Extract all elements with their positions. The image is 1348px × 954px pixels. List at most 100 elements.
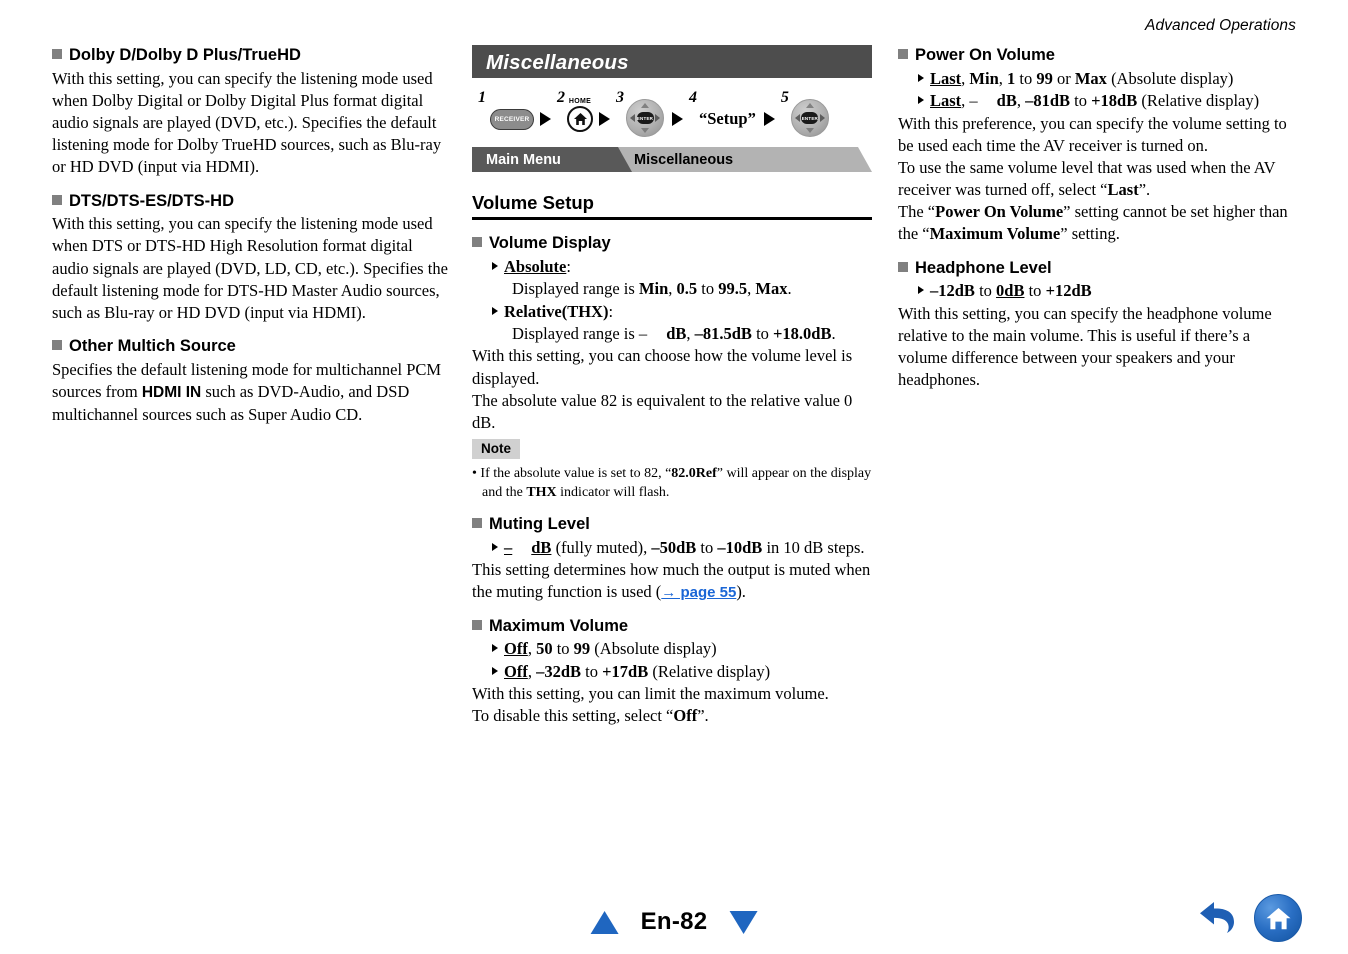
- value-low: –12dB: [930, 281, 975, 301]
- square-bullet-icon: [52, 49, 62, 59]
- heading-label: DTS/DTS-ES/DTS-HD: [69, 191, 234, 210]
- dpad-right-arrow-icon: [655, 114, 660, 122]
- running-header: Advanced Operations: [1145, 17, 1296, 34]
- text-run: to: [697, 279, 719, 299]
- text-run: in 10 dB steps.: [762, 537, 865, 557]
- text-run: • If the absolute value is set to 82, “: [472, 466, 672, 482]
- dpad-left-arrow-icon: [794, 114, 800, 122]
- left-column: Dolby D/Dolby D Plus/TrueHD With this se…: [52, 45, 452, 426]
- text-run: ,: [998, 68, 1008, 88]
- document-page: Advanced Operations Dolby D/Dolby D Plus…: [0, 0, 1348, 954]
- dpad-enter-key-icon[interactable]: ENTER: [626, 99, 664, 137]
- triangle-down-icon[interactable]: [729, 910, 758, 934]
- option-label: Absolute: [504, 256, 567, 276]
- paragraph-power-on-1: With this preference, you can specify th…: [898, 113, 1287, 155]
- heading-other-multich: Other Multich Source: [52, 336, 452, 357]
- text-run: indicator will flash.: [556, 485, 670, 501]
- value-thx: THX: [526, 485, 557, 501]
- square-bullet-icon: [472, 619, 482, 630]
- back-arrow-icon[interactable]: [1196, 896, 1240, 941]
- text-run: :: [566, 256, 571, 276]
- heading-volume-display: Volume Display: [472, 233, 872, 254]
- value-maximum-volume: Maximum Volume: [929, 224, 1061, 244]
- option-label: Relative(THX): [504, 301, 609, 321]
- receiver-key-icon[interactable]: RECEIVER: [490, 108, 534, 130]
- paragraph-maximum-volume-1: With this setting, you can limit the max…: [472, 684, 829, 704]
- heading-label: Maximum Volume: [489, 616, 629, 635]
- value-ref: 82.0Ref: [671, 466, 717, 482]
- home-key-label: HOME: [568, 98, 592, 105]
- option-default-value: – dB: [504, 538, 551, 557]
- enter-key-label: ENTER: [801, 112, 819, 124]
- text-run: :: [608, 301, 614, 321]
- dpad-enter-key-icon[interactable]: ENTER: [790, 99, 829, 137]
- arrow-right-icon: [540, 112, 551, 126]
- dpad-up-arrow-icon: [641, 103, 649, 108]
- text-run: ,: [527, 639, 537, 659]
- text-run: The “: [898, 202, 936, 222]
- value-low: 0.5: [676, 279, 698, 299]
- value-low: –81dB: [1025, 91, 1071, 111]
- heading-label: Muting Level: [489, 515, 590, 534]
- text-run: ).: [736, 582, 746, 602]
- text-run: to: [581, 661, 603, 681]
- right-column: Power On Volume Last, Min, 1 to 99 or Ma…: [898, 45, 1298, 391]
- arrow-right-icon: [672, 112, 683, 126]
- section-title-bar: Miscellaneous: [472, 45, 872, 78]
- text-run: to: [1070, 91, 1092, 111]
- step-number-3: 3: [616, 89, 624, 106]
- text-run: , –: [961, 91, 978, 111]
- value-max: Max: [755, 279, 788, 299]
- text-run: ”.: [697, 706, 709, 726]
- text-run: (Absolute display): [1106, 68, 1234, 88]
- option-muting-level: – dB (fully muted), –50dB to –10dB in 10 …: [492, 537, 872, 559]
- paragraph-volume-display-2: The absolute value 82 is equivalent to t…: [472, 390, 853, 432]
- dpad-down-arrow-icon: [641, 128, 649, 133]
- option-headphone-level: –12dB to 0dB to +12dB: [918, 280, 1298, 302]
- section-heading-volume-setup: Volume Setup: [472, 192, 594, 213]
- text-run: To disable this setting, select “: [472, 706, 674, 726]
- text-run: ” setting.: [1060, 224, 1120, 244]
- value-db: dB: [666, 323, 687, 343]
- step-number-5: 5: [780, 89, 789, 106]
- option-maximum-volume-absolute: Off, 50 to 99 (Absolute display): [492, 638, 872, 660]
- navigation-steps: 1 RECEIVER 2 HOME 3 ENTER 4 “Setup” 5 EN…: [472, 83, 872, 145]
- heading-power-on-volume: Power On Volume: [898, 45, 1298, 66]
- triangle-up-icon[interactable]: [590, 910, 619, 934]
- text-run: ,: [527, 661, 537, 681]
- value-high: 99.5: [718, 279, 748, 299]
- square-bullet-icon: [52, 194, 62, 205]
- text-run: Displayed range is: [512, 279, 639, 299]
- home-icon[interactable]: [1254, 894, 1302, 942]
- option-absolute: Absolute:: [492, 256, 872, 278]
- page-55-link[interactable]: → page 55: [661, 584, 736, 601]
- value-high: 99: [573, 639, 591, 659]
- option-maximum-volume-relative: Off, –32dB to +17dB (Relative display): [492, 661, 872, 683]
- paragraph-other-multich: Specifies the default listening mode for…: [52, 359, 452, 426]
- text-run: to: [552, 639, 574, 659]
- page-footer: En-82: [0, 884, 1348, 954]
- value-high: +18dB: [1091, 91, 1138, 111]
- text-run: to: [974, 281, 997, 301]
- home-key-icon[interactable]: HOME: [567, 98, 593, 132]
- value-high: 99: [1036, 68, 1053, 88]
- text-run: to: [696, 537, 718, 557]
- paragraph-power-on-2: To use the same volume level that was us…: [898, 157, 1298, 201]
- option-default-value: Last: [930, 68, 962, 88]
- section-rule: [472, 217, 872, 220]
- step-number-1: 1: [478, 89, 486, 106]
- option-power-on-relative: Last, – dB, –81dB to +18dB (Relative disp…: [918, 90, 1298, 112]
- arrow-right-icon: [763, 112, 775, 126]
- square-bullet-icon: [898, 49, 908, 59]
- dpad-left-arrow-icon: [630, 114, 635, 122]
- text-run: to: [1015, 68, 1037, 88]
- option-default-value: Off: [504, 661, 528, 681]
- value-max: Max: [1074, 68, 1107, 88]
- square-bullet-icon: [52, 340, 62, 351]
- value-high: +12dB: [1045, 281, 1092, 301]
- heading-maximum-volume: Maximum Volume: [472, 616, 872, 637]
- square-bullet-icon: [472, 237, 482, 247]
